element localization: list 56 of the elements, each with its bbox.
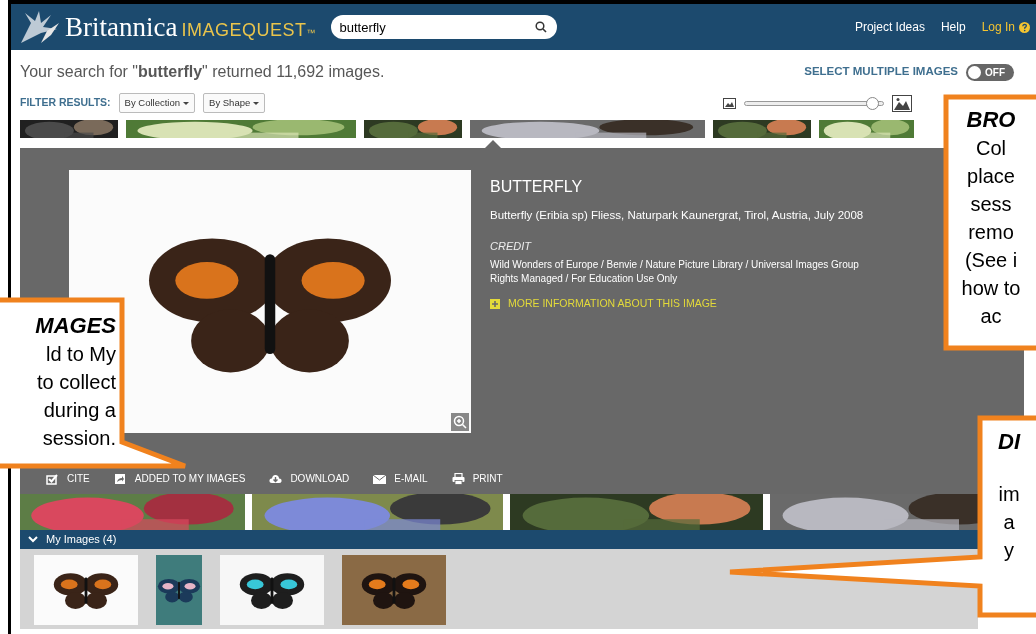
caret-icon bbox=[183, 101, 190, 105]
callout-heading: DI bbox=[997, 428, 1022, 456]
print-button[interactable]: PRINT bbox=[451, 471, 503, 486]
filter-dropdown[interactable]: By Collection bbox=[118, 92, 196, 114]
my-images-bar[interactable]: My Images (4) bbox=[20, 530, 978, 549]
image-caption: Butterfly (Eribia sp) Fliess, Naturpark Kaunergrat, Tirol, Austria, July 2008 bbox=[490, 208, 864, 223]
cite-button[interactable]: CITE bbox=[46, 471, 90, 486]
credit-label: CREDIT bbox=[490, 239, 533, 255]
callout-heading: BRO bbox=[965, 106, 1017, 134]
callout-text: remo bbox=[967, 220, 1015, 245]
credit-text: Wild Wonders of Europe / Benvie / Nature Picture Library / Universal Images Group bbox=[490, 257, 860, 272]
image-title: BUTTERFLY bbox=[490, 177, 584, 197]
trademark-sign: ™ bbox=[306, 26, 316, 40]
filter-label: FILTER RESULTS: bbox=[20, 95, 111, 111]
nav-link[interactable]: Help bbox=[940, 18, 966, 36]
zoom-icon[interactable] bbox=[451, 413, 469, 431]
filter-dropdown[interactable]: By Shape bbox=[203, 92, 266, 114]
help-icon[interactable] bbox=[1019, 21, 1030, 33]
callout-text: during a bbox=[42, 398, 116, 423]
callout-text: a bbox=[1002, 510, 1016, 535]
callout-text: sess bbox=[969, 192, 1013, 217]
caret-icon bbox=[253, 101, 260, 105]
callout-text: y bbox=[1003, 538, 1015, 563]
callout-text: session. bbox=[41, 426, 116, 451]
nav-link[interactable]: Project Ideas bbox=[854, 18, 925, 36]
callout-text: Col bbox=[975, 136, 1007, 161]
toggle-switch[interactable]: OFF bbox=[966, 63, 1014, 81]
result-summary: Your search for "butterfly" returned 11,692 images. bbox=[20, 62, 385, 82]
printer-icon bbox=[451, 472, 465, 485]
select-multiple-label: SELECT MULTIPLE IMAGES bbox=[804, 64, 958, 80]
callout-heading: MAGES bbox=[34, 312, 116, 340]
callout-text: ld to My bbox=[44, 342, 116, 367]
small-image-icon bbox=[723, 97, 736, 109]
credit-text: Rights Managed / For Education Use Only bbox=[490, 271, 679, 286]
callout-text: place bbox=[966, 164, 1016, 189]
callout-text: to collect bbox=[36, 370, 116, 395]
callout-text: (See i bbox=[963, 248, 1019, 273]
callout-text: ac bbox=[979, 304, 1003, 329]
plus-icon bbox=[490, 298, 500, 309]
search-field[interactable]: butterfly bbox=[331, 15, 558, 39]
more-info-link[interactable]: MORE INFORMATION ABOUT THIS IMAGE bbox=[490, 295, 864, 312]
product-name: IMAGEQUEST bbox=[181, 18, 307, 42]
callout-text: im bbox=[997, 482, 1021, 507]
envelope-icon bbox=[373, 472, 387, 485]
download-button[interactable]: DOWNLOAD bbox=[269, 471, 350, 486]
email-button[interactable]: E-MAIL bbox=[373, 471, 428, 486]
callout-text: how to bbox=[960, 276, 1022, 301]
cloud-download-icon bbox=[269, 472, 283, 485]
search-icon[interactable] bbox=[535, 21, 548, 33]
login-link[interactable]: Log In bbox=[981, 18, 1015, 36]
brand-name: Britannica bbox=[65, 10, 178, 44]
add-button[interactable]: ADDED TO MY IMAGES bbox=[113, 471, 246, 486]
share-icon bbox=[113, 472, 127, 485]
checkbox-icon bbox=[46, 472, 59, 485]
slider-thumb[interactable] bbox=[865, 96, 879, 110]
large-image-icon bbox=[892, 94, 912, 112]
